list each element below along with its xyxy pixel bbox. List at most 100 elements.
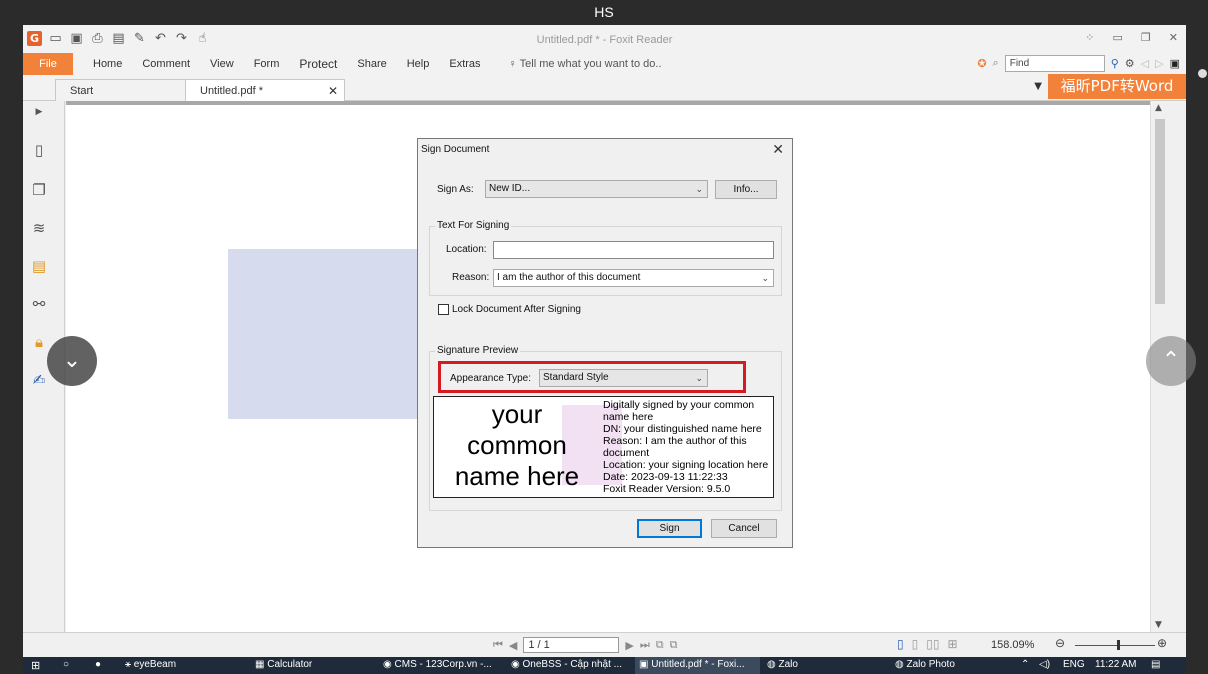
tab-start[interactable]: Start [55, 79, 189, 101]
tab-form[interactable]: Form [254, 58, 280, 70]
taskbar-zalo-photo[interactable]: ◍ Zalo Photo [895, 659, 955, 670]
next-page-icon[interactable]: ▶ [625, 639, 633, 652]
location-input[interactable] [493, 241, 774, 259]
sign-as-value: New ID... [489, 183, 531, 194]
chevron-down-icon: ⌄ [695, 184, 703, 194]
next-view-icon[interactable]: ⧉ [670, 639, 678, 652]
tab-list-dropdown-icon[interactable]: ▼ [1034, 81, 1042, 92]
scroll-down-icon[interactable]: ▼ [1155, 620, 1162, 630]
taskbar-calculator[interactable]: ▦ Calculator [255, 659, 312, 670]
language-indicator[interactable]: ENG [1063, 659, 1085, 670]
zoom-in-icon[interactable]: ⊕ [1157, 636, 1167, 650]
back-icon[interactable]: ◁ [1141, 57, 1149, 70]
tab-help[interactable]: Help [407, 58, 430, 70]
gear-icon[interactable]: ⚙ [1125, 57, 1135, 70]
security-lock-icon[interactable]: 🔒︎ [30, 333, 48, 351]
taskbar-onebss[interactable]: ◉ OneBSS - Cập nhật ... [511, 659, 622, 670]
tell-me-box[interactable]: ♀ Tell me what you want to do.. [509, 58, 662, 70]
info-button[interactable]: Info... [715, 180, 777, 199]
zoom-out-icon[interactable]: ⊖ [1055, 636, 1065, 650]
close-icon[interactable]: ✕ [772, 141, 784, 158]
layers-icon[interactable]: ≋ [30, 219, 48, 237]
tab-home[interactable]: Home [93, 58, 122, 70]
viewer-dot[interactable] [1198, 69, 1207, 78]
zoom-slider-knob[interactable] [1117, 640, 1120, 650]
find-input[interactable]: Find [1004, 55, 1105, 72]
sign-as-select[interactable]: New ID... ⌄ [485, 180, 708, 198]
viewer-prev-button[interactable]: ⌄ [47, 336, 97, 386]
taskbar-cms[interactable]: ◉ CMS - 123Corp.vn -... [383, 659, 492, 670]
preview-info-line: Foxit Reader Version: 9.5.0 [603, 483, 731, 495]
page-navigation: ⏮ ◀ 1 / 1 ▶ ⏭ ⧉ ⧉ [493, 637, 677, 653]
close-tab-icon[interactable]: ✕ [328, 80, 338, 102]
search-doc-icon[interactable]: ⌕ [993, 57, 999, 70]
viewer-title: HS [0, 0, 1208, 25]
attachments-icon[interactable]: ⚯ [30, 295, 48, 313]
taskbar-eyebeam[interactable]: ⚹ eyeBeam [125, 659, 176, 670]
taskbar-search-icon[interactable]: ○ [63, 659, 69, 670]
taskbar-label: Untitled.pdf * - Foxi... [651, 659, 745, 670]
taskbar-app-icon[interactable]: ● [95, 659, 101, 670]
tray-chevron-icon[interactable]: ⌃ [1021, 659, 1029, 670]
status-bar: ⏮ ◀ 1 / 1 ▶ ⏭ ⧉ ⧉ ▯ ▯ ▯▯ ⊞ 158.09% ⊖ ⊕ [23, 632, 1186, 657]
preview-name-line: your [491, 399, 543, 429]
preview-name-line: name here [454, 461, 580, 491]
tab-share[interactable]: Share [357, 58, 386, 70]
minimize-icon[interactable]: ▭ [1113, 31, 1123, 44]
prev-view-icon[interactable]: ⧉ [656, 639, 664, 652]
pages-icon[interactable]: ❐ [30, 181, 48, 199]
last-page-icon[interactable]: ⏭ [640, 639, 650, 652]
tab-comment[interactable]: Comment [142, 58, 190, 70]
location-label: Location: [446, 244, 487, 255]
taskbar-zalo[interactable]: ◍ Zalo [767, 659, 798, 670]
expand-panel-icon[interactable]: ▶ [30, 103, 48, 121]
taskbar-foxit[interactable]: ▣ Untitled.pdf * - Foxi... [639, 659, 745, 670]
comments-icon[interactable]: ▤ [30, 257, 48, 275]
ribbon-options-icon[interactable]: ⁘ [1085, 31, 1094, 44]
preview-info-line: Reason: I am the author of this [603, 435, 747, 447]
scroll-thumb[interactable] [1155, 119, 1165, 304]
taskbar-label: Zalo [778, 659, 798, 670]
signature-icon[interactable]: ✍ [30, 371, 48, 389]
viewer-next-button[interactable]: ⌃ [1146, 336, 1196, 386]
cancel-button[interactable]: Cancel [711, 519, 777, 538]
brand-banner[interactable]: 福昕PDF转Word [1048, 74, 1186, 99]
first-page-icon[interactable]: ⏮ [493, 639, 503, 652]
prev-page-icon[interactable]: ◀ [509, 639, 517, 652]
forward-icon[interactable]: ▷ [1155, 57, 1163, 70]
zoom-slider[interactable] [1075, 645, 1155, 646]
tab-untitled-pdf[interactable]: Untitled.pdf * ✕ [185, 79, 345, 101]
tab-protect[interactable]: Protect [299, 57, 337, 71]
sign-button[interactable]: Sign [637, 519, 702, 538]
appearance-type-label: Appearance Type: [450, 373, 531, 384]
bookmark-icon[interactable]: ▯ [30, 141, 48, 159]
facing-icon[interactable]: ▯▯ [926, 637, 939, 651]
notifications-icon[interactable]: ▤ [1151, 659, 1160, 670]
user-icon[interactable]: ▣ [1170, 57, 1180, 70]
screen: HS G ▭ ▣ ⎙ ▤ ✎ ↶ ↷ ☝ Untitled.pdf * - Fo… [0, 0, 1208, 674]
continuous-facing-icon[interactable]: ⊞ [947, 637, 957, 651]
page-number-input[interactable]: 1 / 1 [523, 637, 620, 653]
clock[interactable]: 11:22 AM [1095, 659, 1137, 670]
view-mode-icons: ▯ ▯ ▯▯ ⊞ [897, 637, 958, 651]
search-icon[interactable]: ⚲ [1111, 57, 1119, 70]
ribbon-tabs: File Home Comment View Form Protect Shar… [23, 53, 1186, 75]
signature-preview-box: your common name here Digitally signed b… [433, 396, 774, 498]
continuous-icon[interactable]: ▯ [912, 637, 919, 651]
reason-select[interactable]: I am the author of this document ⌄ [493, 269, 774, 287]
lock-document-checkbox[interactable] [438, 304, 449, 315]
close-window-icon[interactable]: ✕ [1169, 31, 1178, 44]
tab-view[interactable]: View [210, 58, 234, 70]
reason-value: I am the author of this document [497, 272, 641, 283]
windows-start-icon[interactable]: ⊞ [31, 659, 40, 672]
zoom-level[interactable]: 158.09% [991, 639, 1034, 651]
tab-extras[interactable]: Extras [449, 58, 480, 70]
gift-icon[interactable]: ✪ [977, 57, 986, 70]
volume-icon[interactable]: ◁) [1039, 659, 1050, 670]
appearance-type-select[interactable]: Standard Style ⌄ [539, 369, 708, 387]
scroll-up-icon[interactable]: ▲ [1155, 103, 1162, 113]
file-tab[interactable]: File [23, 53, 73, 75]
text-for-signing-title: Text For Signing [435, 220, 512, 231]
single-page-icon[interactable]: ▯ [897, 637, 904, 651]
restore-icon[interactable]: ❐ [1141, 31, 1151, 44]
